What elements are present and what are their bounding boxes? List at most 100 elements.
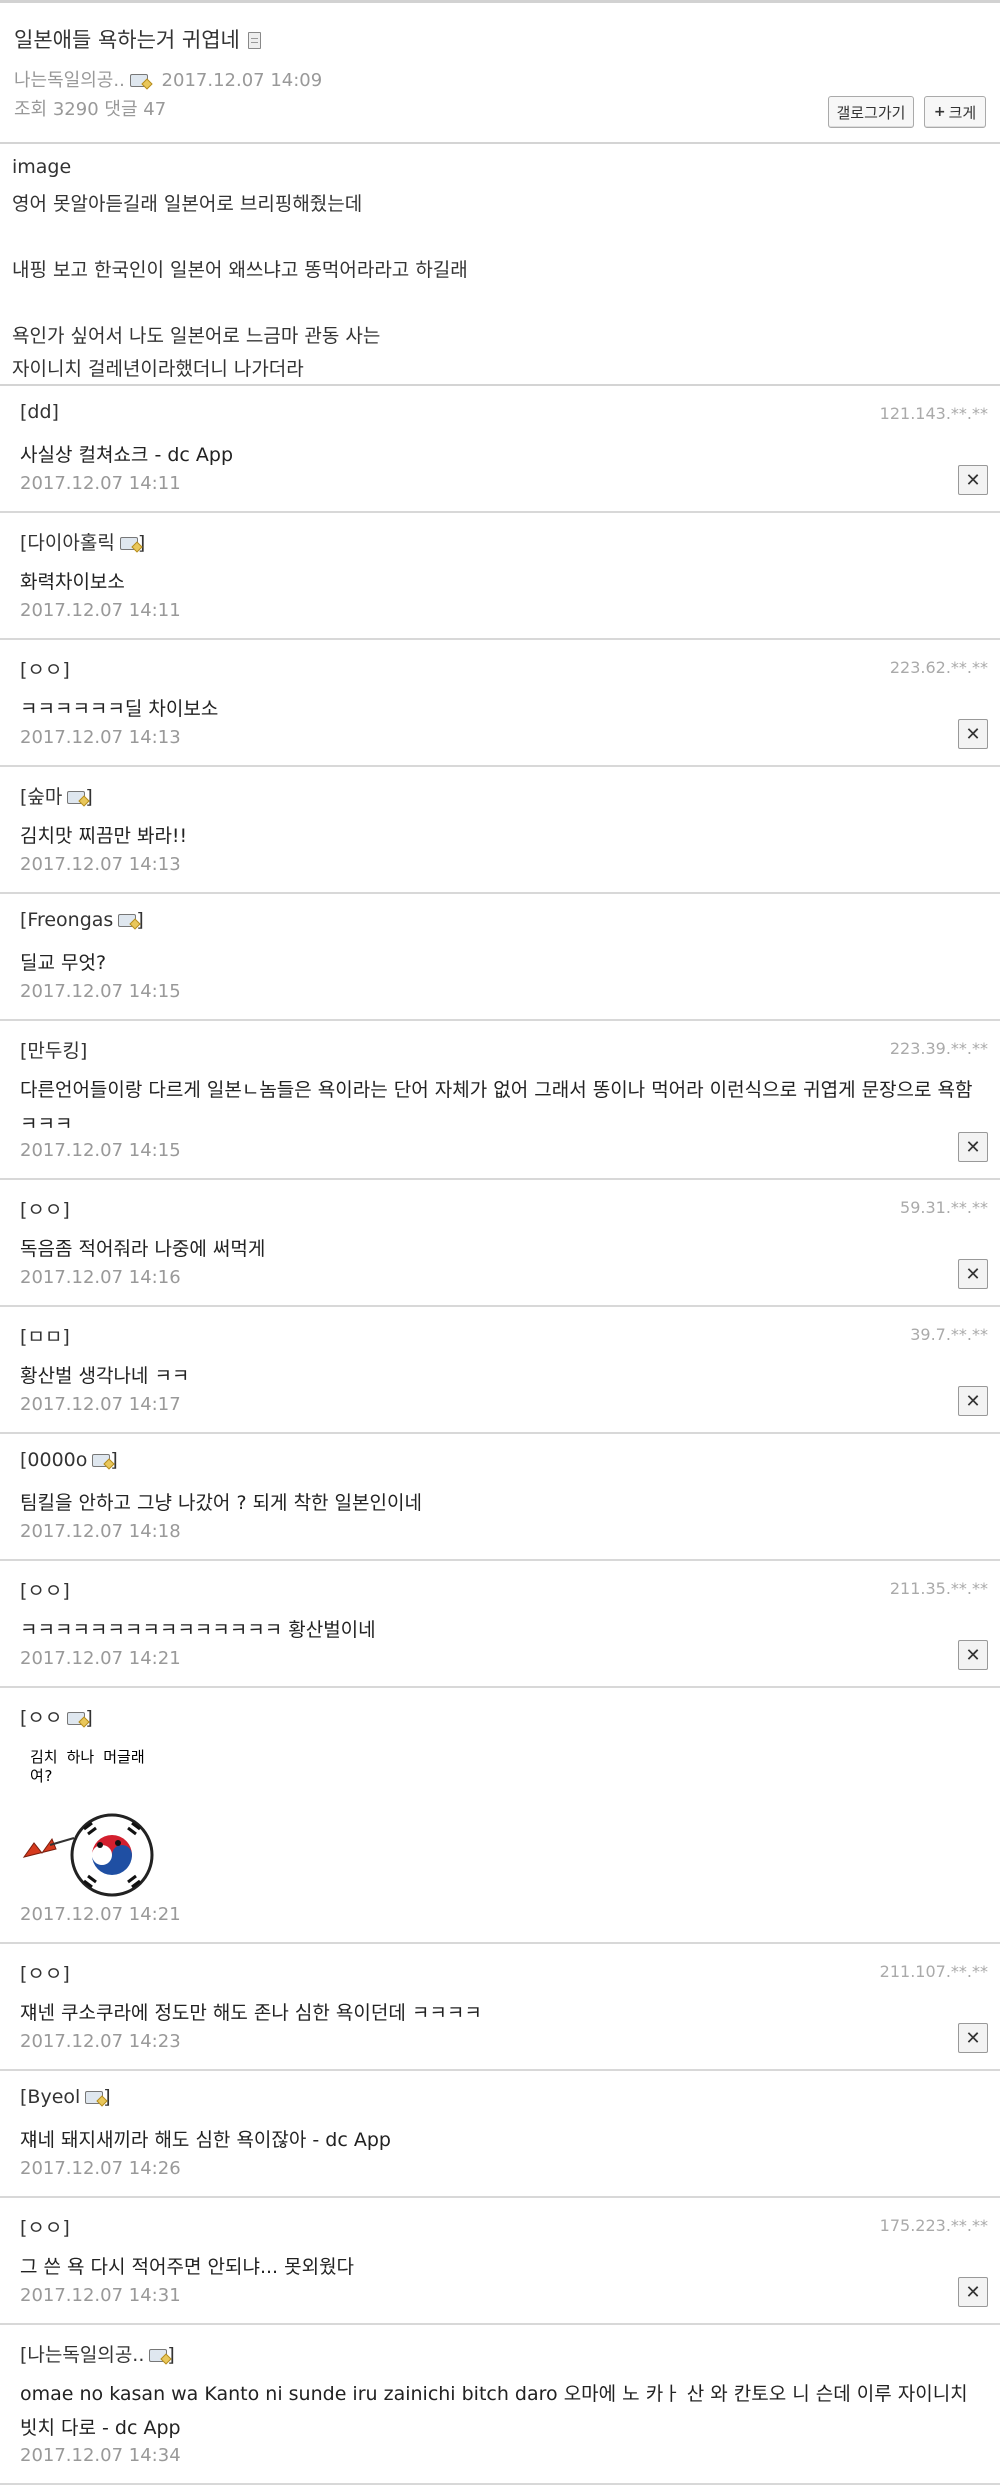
comment-item: [dd] 121.143.**.** 사실상 컬쳐쇼크 - dc App 2017.1… — [0, 386, 1000, 513]
comment-date: 2017.12.07 14:26 — [20, 2158, 181, 2179]
plus-icon: + — [933, 104, 946, 120]
comment-ip: 223.39.**.** — [889, 1039, 988, 1058]
comment-text: ㅋㅋㅋㅋㅋㅋ딜 차이보소 — [20, 698, 219, 720]
comment-date: 2017.12.07 14:11 — [20, 473, 181, 494]
comment-nickname-text: [ㅇㅇ] — [20, 659, 70, 681]
comment-ip: 39.7.**.** — [910, 1325, 988, 1344]
gallog-icon[interactable] — [92, 1454, 111, 1467]
enlarge-button-label: 크게 — [948, 103, 977, 122]
close-icon[interactable]: ✕ — [958, 2277, 988, 2307]
comment-ip: 59.31.**.** — [900, 1198, 988, 1217]
comment-text: 김치맛 찌끔만 봐라!! — [20, 825, 188, 847]
comment-text: ㅋㅋㅋㅋㅋㅋㅋㅋㅋㅋㅋㅋㅋㅋㅋ 황산벌이네 — [20, 1619, 376, 1641]
comment-nickname-text: [ㅇㅇ] — [20, 1580, 70, 1602]
gallog-icon[interactable] — [129, 74, 148, 87]
comment-ip: 211.35.**.** — [889, 1579, 988, 1598]
close-icon[interactable]: ✕ — [958, 2023, 988, 2053]
dccon-caption: 김치 하나 머글래 여? — [30, 1748, 145, 1785]
close-icon[interactable]: ✕ — [958, 1259, 988, 1289]
comment-text: 딜교 무엇? — [20, 952, 107, 974]
post-title: 일본애들 욕하는거 귀엽네 — [14, 24, 261, 54]
comment-date: 2017.12.07 14:13 — [20, 727, 181, 748]
comment-item: [다이아홀릭] 화력차이보소 2017.12.07 14:11 — [0, 513, 1000, 640]
comment-ip: 121.143.**.** — [879, 404, 988, 423]
header-divider — [0, 142, 1000, 144]
gallog-icon[interactable] — [149, 2349, 168, 2362]
close-icon[interactable]: ✕ — [958, 1386, 988, 1416]
comment-ip: 211.107.**.** — [879, 1962, 988, 1981]
gallog-icon[interactable] — [118, 914, 137, 927]
comment-text: 팀킬을 안하고 그냥 나갔어 ? 되게 착한 일본인이네 — [20, 1492, 422, 1514]
comment-item: [ㅁㅁ] 39.7.**.** 황산벌 생각나네 ㅋㅋ 2017.12.07 14:1… — [0, 1307, 1000, 1434]
comment-nickname-text: [ㅇㅇ — [20, 1707, 63, 1729]
comment-nickname-text: [dd] — [20, 401, 59, 423]
comment-nickname[interactable]: [다이아홀릭] — [20, 528, 145, 555]
comment-date: 2017.12.07 14:15 — [20, 981, 181, 1002]
gallog-icon[interactable] — [119, 537, 138, 550]
close-icon[interactable]: ✕ — [958, 719, 988, 749]
comment-nickname-text: [Freongas — [20, 909, 114, 931]
comment-text: 사실상 컬쳐쇼크 - dc App — [20, 444, 234, 466]
enlarge-button[interactable]: + 크게 — [924, 96, 986, 128]
comment-item: [ㅇㅇ] 211.35.**.** ㅋㅋㅋㅋㅋㅋㅋㅋㅋㅋㅋㅋㅋㅋㅋ 황산벌이네 201… — [0, 1561, 1000, 1688]
close-icon[interactable]: ✕ — [958, 465, 988, 495]
gallog-icon[interactable] — [85, 2091, 104, 2104]
comment-item: [ㅇㅇ] 175.223.**.** 그 쓴 욕 다시 적어주면 안되냐... 못외… — [0, 2198, 1000, 2325]
comment-date: 2017.12.07 14:11 — [20, 600, 181, 621]
gallog-button-label: 갤로그가기 — [836, 103, 906, 122]
comment-nickname[interactable]: [Byeol] — [20, 2086, 111, 2108]
close-icon[interactable]: ✕ — [958, 1640, 988, 1670]
document-icon — [247, 32, 261, 49]
close-icon[interactable]: ✕ — [958, 1132, 988, 1162]
comment-nickname[interactable]: [ㅇㅇ] — [20, 1576, 70, 1603]
comment-nickname-text: [숲마 — [20, 786, 63, 808]
comment-nickname[interactable]: [만두킹] — [20, 1036, 87, 1063]
comment-nickname[interactable]: [ㅇㅇ] — [20, 1959, 70, 1986]
comment-nickname[interactable]: [숲마] — [20, 782, 93, 809]
comment-nickname-text: [Byeol — [20, 2086, 81, 2108]
gallog-icon[interactable] — [67, 791, 86, 804]
post-title-text: 일본애들 욕하는거 귀엽네 — [14, 28, 240, 52]
body-line: 자이니치 걸레년이라했더니 나가더라 — [12, 358, 304, 380]
gallog-button[interactable]: 갤로그가기 — [828, 96, 914, 128]
comment-nickname[interactable]: [ㅁㅁ] — [20, 1322, 70, 1349]
comment-nickname[interactable]: [Freongas] — [20, 909, 144, 931]
comment-nickname-text: [ㅇㅇ] — [20, 2217, 70, 2239]
comment-item: [ㅇㅇ] 223.62.**.** ㅋㅋㅋㅋㅋㅋ딜 차이보소 2017.12.07 1… — [0, 640, 1000, 767]
post-view: 일본애들 욕하는거 귀엽네 나는독일의공.. 2017.12.07 14:09 … — [0, 0, 1000, 2487]
comment-date: 2017.12.07 14:23 — [20, 2031, 181, 2052]
author-name[interactable]: 나는독일의공.. — [14, 70, 125, 91]
comment-nickname[interactable]: [0000o] — [20, 1449, 118, 1471]
body-line: 욕인가 싶어서 나도 일본어로 느금마 관동 사는 — [12, 325, 381, 347]
comment-text: omae no kasan wa Kanto ni sunde iru zain… — [20, 2383, 968, 2439]
image-placeholder-text: image — [12, 156, 72, 178]
comment-nickname[interactable]: [나는독일의공..] — [20, 2340, 175, 2367]
comment-item: [0000o] 팀킬을 안하고 그냥 나갔어 ? 되게 착한 일본인이네 2017.… — [0, 1434, 1000, 1561]
comment-text: 쟤네 돼지새끼라 해도 심한 욕이잖아 - dc App — [20, 2129, 391, 2151]
comment-date: 2017.12.07 14:21 — [20, 1904, 181, 1925]
comment-item: [ㅇㅇ] 59.31.**.** 독음좀 적어줘라 나중에 써먹게 2017.12.0… — [0, 1180, 1000, 1307]
comment-date: 2017.12.07 14:21 — [20, 1648, 181, 1669]
comment-divider — [0, 2483, 1000, 2485]
comment-nickname-text: [만두킹] — [20, 1040, 88, 1062]
gallog-icon[interactable] — [67, 1712, 86, 1725]
comment-nickname-text: [다이아홀릭 — [20, 532, 115, 554]
comment-item: [나는독일의공..] omae no kasan wa Kanto ni sund… — [0, 2325, 1000, 2485]
comment-item: [숲마] 김치맛 찌끔만 봐라!! 2017.12.07 14:13 — [0, 767, 1000, 894]
comment-date: 2017.12.07 14:16 — [20, 1267, 181, 1288]
comment-nickname-text: [ㅇㅇ] — [20, 1199, 70, 1221]
comment-nickname-text: [ㅇㅇ] — [20, 1963, 70, 1985]
comment-date: 2017.12.07 14:31 — [20, 2285, 181, 2306]
comment-nickname[interactable]: [ㅇㅇ] — [20, 655, 70, 682]
comment-date: 2017.12.07 14:15 — [20, 1140, 181, 1161]
body-line: 내핑 보고 한국인이 일본어 왜쓰냐고 똥먹어라라고 하길래 — [12, 259, 468, 281]
comment-nickname[interactable]: [ㅇㅇ] — [20, 1195, 70, 1222]
comment-ip: 175.223.**.** — [879, 2216, 988, 2235]
comment-text: 그 쓴 욕 다시 적어주면 안되냐... 못외웠다 — [20, 2256, 355, 2278]
comment-nickname[interactable]: [ㅇㅇ] — [20, 2213, 70, 2240]
comment-nickname[interactable]: [dd] — [20, 401, 59, 423]
post-meta: 나는독일의공.. 2017.12.07 14:09 — [14, 66, 322, 92]
comment-nickname[interactable]: [ㅇㅇ] — [20, 1703, 93, 1730]
comment-nickname-text: [나는독일의공.. — [20, 2344, 145, 2366]
dccon-sticker: 김치 하나 머글래 여? — [22, 1748, 182, 1908]
